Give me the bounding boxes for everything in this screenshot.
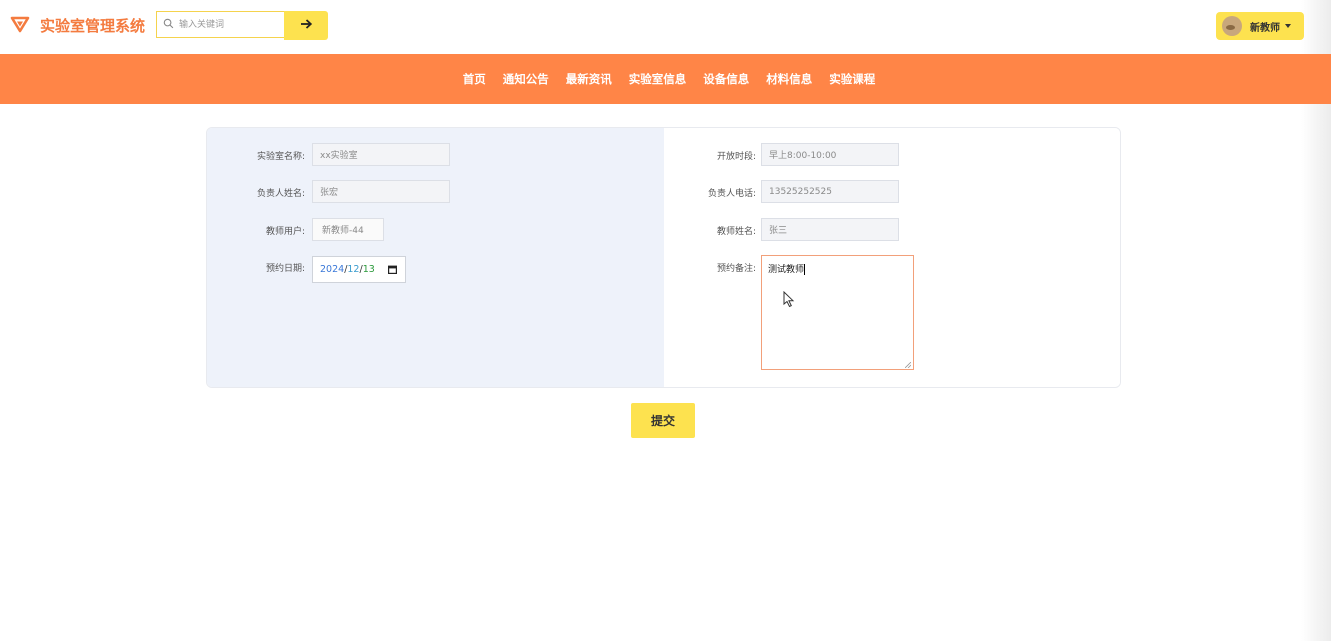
remark-textarea[interactable]: 测试教师 xyxy=(761,255,914,370)
teacher-user-field[interactable]: 新教师-44 xyxy=(312,218,384,241)
search-button[interactable] xyxy=(284,11,328,40)
nav-item-home[interactable]: 首页 xyxy=(463,71,486,87)
avatar xyxy=(1222,16,1242,36)
teacher-name-label: 教师姓名: xyxy=(716,227,756,237)
triangle-logo-icon xyxy=(10,14,30,37)
reserve-date-label: 预约日期: xyxy=(265,264,305,274)
nav-item-equipment[interactable]: 设备信息 xyxy=(703,71,749,87)
manager-phone-label: 负责人电话: xyxy=(707,189,756,199)
lab-name-field[interactable]: xx实验室 xyxy=(312,143,450,166)
reserve-date-input[interactable]: 2024/12/13 xyxy=(312,256,406,283)
user-name: 新教师 xyxy=(1250,22,1280,34)
nav-item-courses[interactable]: 实验课程 xyxy=(829,71,875,87)
manager-name-field[interactable]: 张宏 xyxy=(312,180,450,203)
brand[interactable]: 实验室管理系统 xyxy=(10,14,145,37)
nav-item-notices[interactable]: 通知公告 xyxy=(503,71,549,87)
remark-text: 测试教师 xyxy=(768,265,805,275)
lab-name-label: 实验室名称: xyxy=(256,152,305,162)
main-nav: 首页 通知公告 最新资讯 实验室信息 设备信息 材料信息 实验课程 xyxy=(0,54,1331,104)
remark-label: 预约备注: xyxy=(716,264,756,274)
form-right-column: 开放时段: 早上8:00-10:00 负责人电话: 13525252525 教师… xyxy=(664,128,1120,387)
text-caret xyxy=(804,264,806,275)
reservation-form: 实验室名称: xx实验室 负责人姓名: 张宏 教师用户: 新教师-44 预约日期… xyxy=(206,127,1121,388)
nav-item-lab-info[interactable]: 实验室信息 xyxy=(629,71,687,87)
search-input[interactable] xyxy=(177,18,281,31)
open-time-label: 开放时段: xyxy=(716,152,756,162)
arrow-right-icon xyxy=(299,17,313,34)
search-icon xyxy=(157,18,174,32)
form-left-column: 实验室名称: xx实验室 负责人姓名: 张宏 教师用户: 新教师-44 预约日期… xyxy=(207,128,664,387)
date-month: 12 xyxy=(347,264,360,275)
user-menu[interactable]: 新教师 xyxy=(1216,12,1304,40)
teacher-user-label: 教师用户: xyxy=(265,227,305,237)
manager-phone-field[interactable]: 13525252525 xyxy=(761,180,899,203)
caret-down-icon xyxy=(1285,24,1291,28)
manager-name-label: 负责人姓名: xyxy=(256,189,305,199)
nav-item-materials[interactable]: 材料信息 xyxy=(766,71,812,87)
app-title: 实验室管理系统 xyxy=(40,17,146,35)
nav-item-news[interactable]: 最新资讯 xyxy=(566,71,612,87)
date-day: 13 xyxy=(362,264,375,275)
top-bar: 实验室管理系统 新教师 xyxy=(0,0,1331,54)
calendar-icon[interactable] xyxy=(388,265,398,274)
submit-button[interactable]: 提交 xyxy=(631,403,695,438)
teacher-name-field[interactable]: 张三 xyxy=(761,218,899,241)
date-year: 2024 xyxy=(320,264,345,275)
search-box[interactable] xyxy=(156,11,284,38)
resize-grip-icon[interactable] xyxy=(904,361,912,369)
open-time-field[interactable]: 早上8:00-10:00 xyxy=(761,143,899,166)
mouse-pointer-icon xyxy=(783,290,795,308)
